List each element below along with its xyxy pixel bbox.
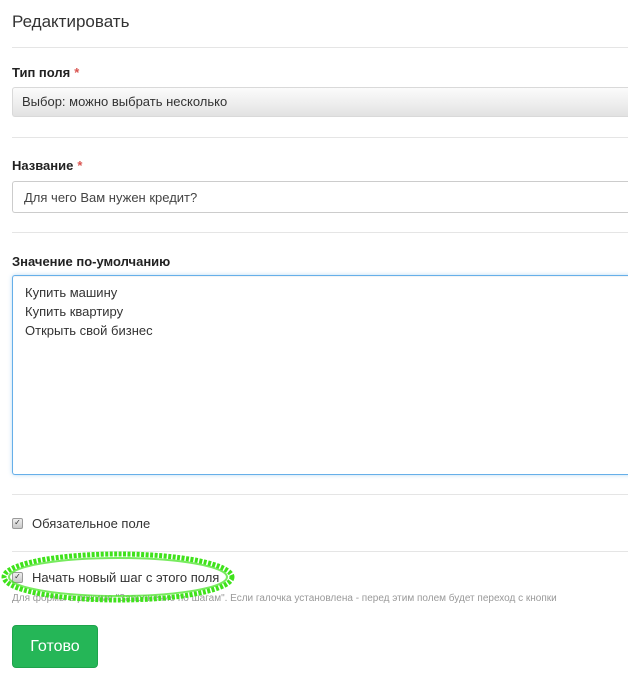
divider [12, 47, 628, 48]
divider [12, 551, 628, 552]
field-type-label-text: Тип поля [12, 65, 71, 80]
required-field-checkbox[interactable]: ✓ [12, 517, 23, 529]
new-step-checkbox[interactable]: ✓ [12, 571, 23, 583]
required-field-checkbox-row[interactable]: ✓ Обязательное поле [12, 515, 150, 531]
divider [12, 494, 628, 495]
required-mark: * [74, 65, 80, 80]
new-step-help-text: Для формы в режиме "Заполнение по шагам"… [12, 593, 557, 604]
dialog-title: Редактировать [12, 12, 130, 31]
new-step-checkbox-row[interactable]: ✓ Начать новый шаг с этого поля [12, 569, 219, 585]
checkmark-icon: ✓ [14, 572, 21, 581]
field-type-select[interactable]: Выбор: можно выбрать несколько [12, 87, 628, 117]
required-mark: * [77, 158, 83, 173]
divider [12, 232, 628, 233]
name-input[interactable] [12, 181, 628, 213]
default-value-label: Значение по-умолчанию [12, 254, 171, 269]
divider [12, 137, 628, 138]
field-type-label: Тип поля * [12, 65, 79, 80]
name-label: Название * [12, 158, 82, 173]
done-button[interactable]: Готово [12, 625, 98, 668]
required-field-checkbox-label: Обязательное поле [32, 515, 151, 531]
checkmark-icon: ✓ [14, 518, 21, 527]
name-label-text: Название [12, 158, 74, 173]
default-value-textarea[interactable]: Купить машину Купить квартиру Открыть св… [12, 275, 628, 475]
new-step-checkbox-label: Начать новый шаг с этого поля [32, 569, 220, 585]
